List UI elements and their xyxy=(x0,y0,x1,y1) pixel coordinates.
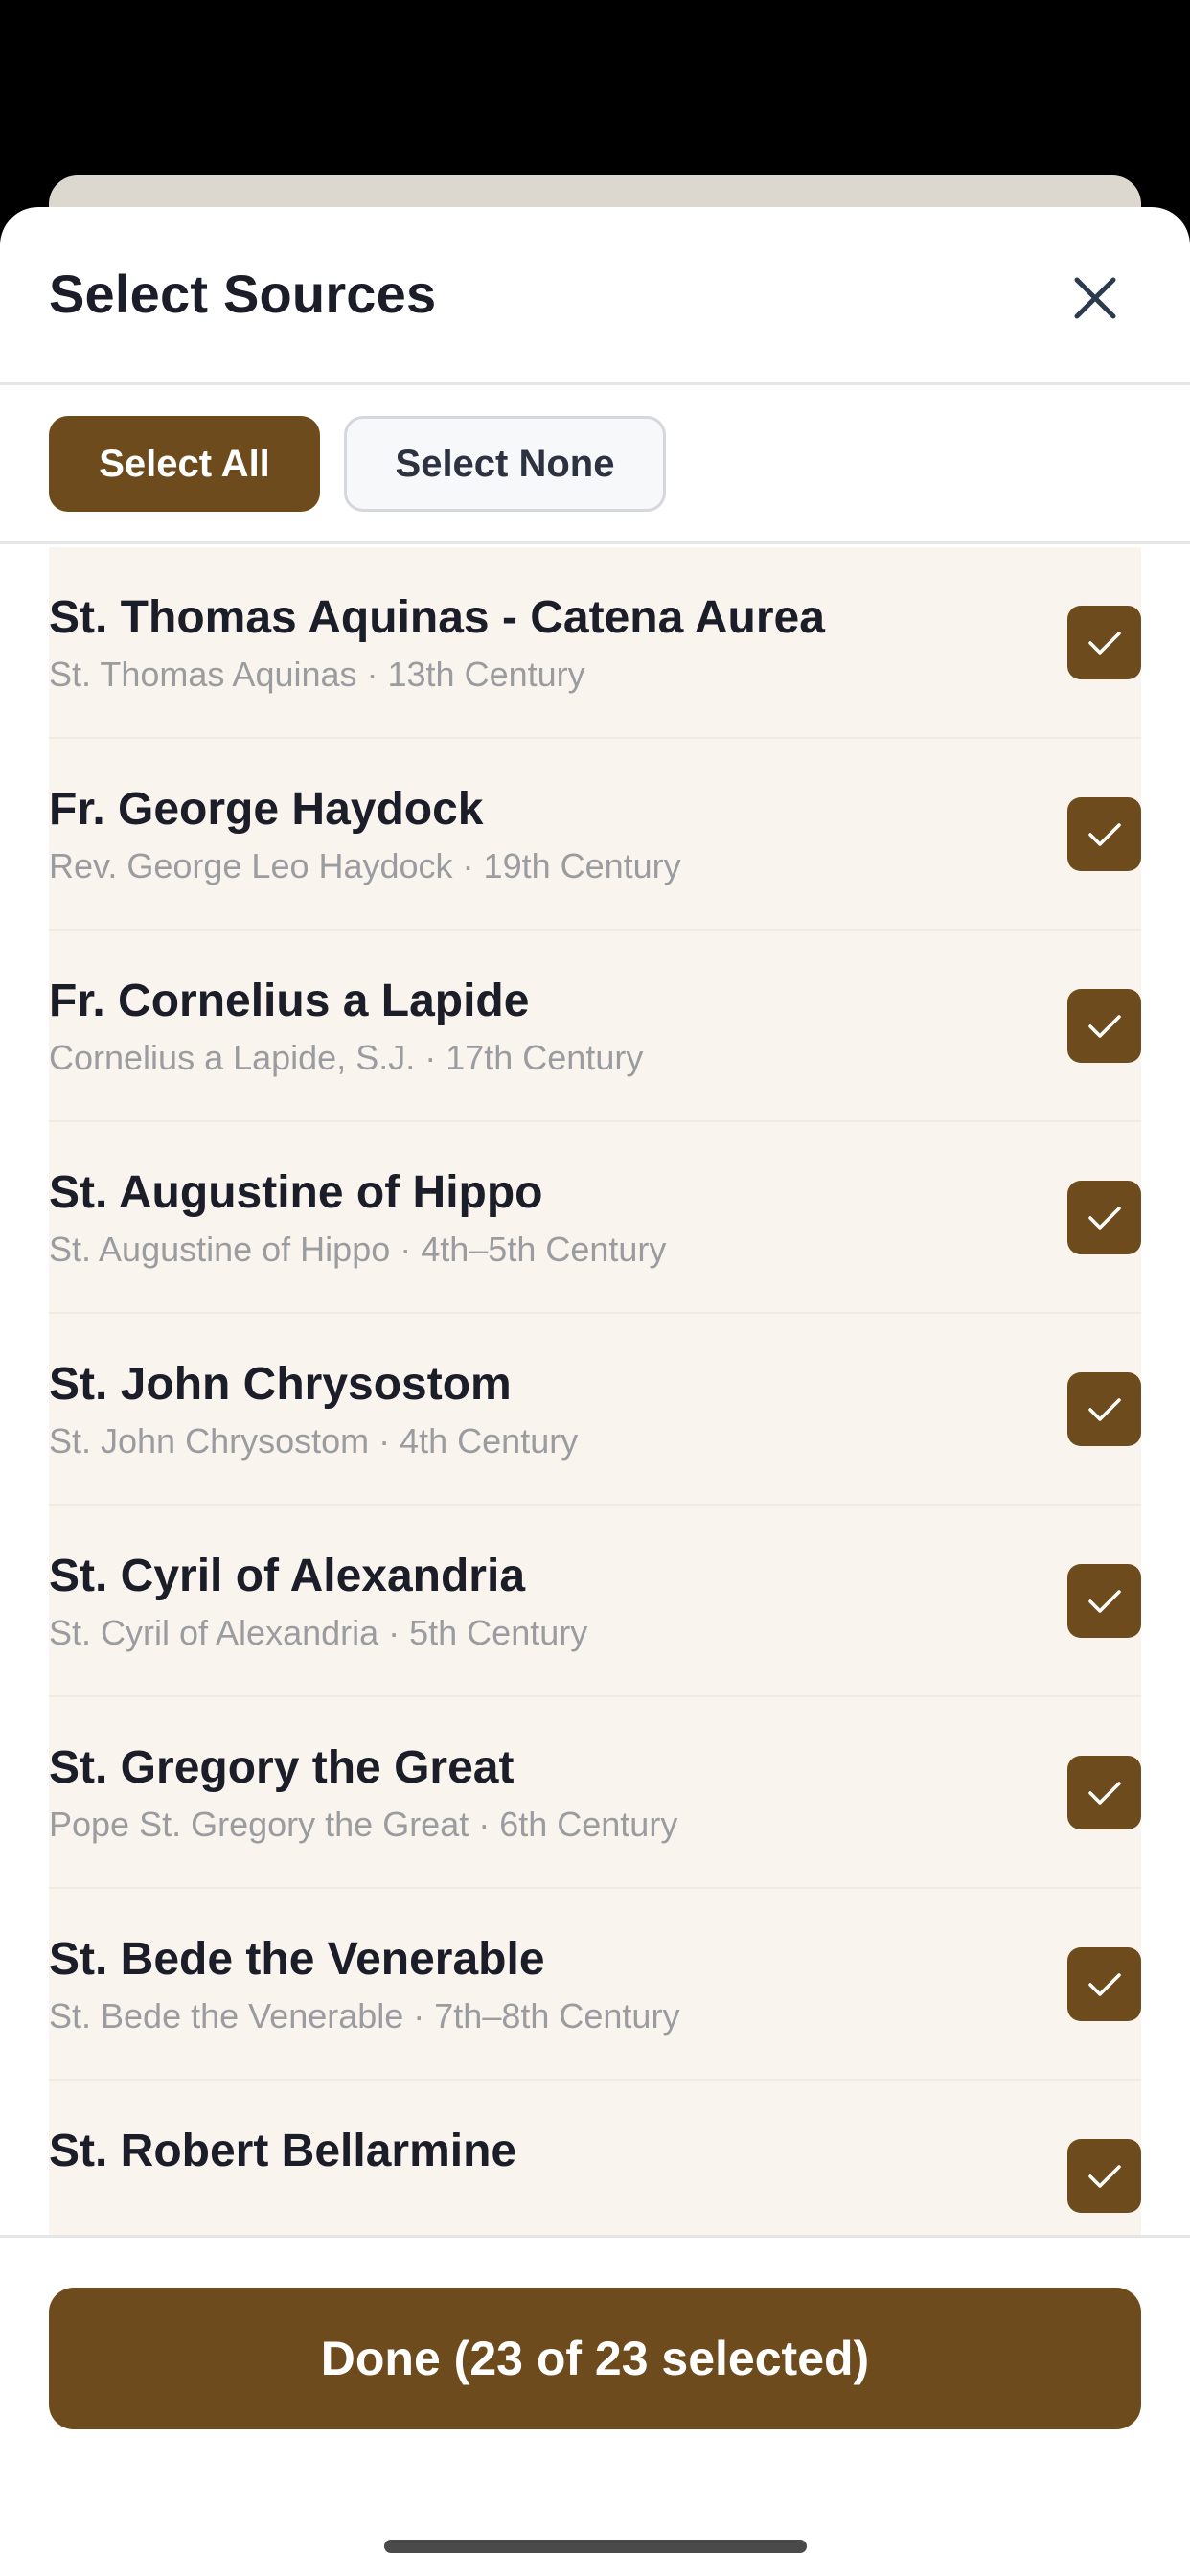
source-checkbox[interactable] xyxy=(1067,1372,1141,1446)
source-row[interactable]: Fr. George Haydock Rev. George Leo Haydo… xyxy=(49,739,1141,931)
sheet-footer: Done (23 of 23 selected) xyxy=(0,2235,1190,2576)
source-detail: St. Augustine of Hippo · 4th–5th Century xyxy=(49,1230,667,1269)
source-checkbox[interactable] xyxy=(1067,2139,1141,2213)
source-detail: Rev. George Leo Haydock · 19th Century xyxy=(49,846,681,886)
source-detail: St. John Chrysostom · 4th Century xyxy=(49,1421,579,1460)
checkmark-icon xyxy=(1087,1589,1121,1613)
selection-toolbar: Select All Select None xyxy=(0,385,1190,544)
source-name: St. Thomas Aquinas - Catena Aurea xyxy=(49,592,825,643)
sheet-title: Select Sources xyxy=(49,264,437,324)
source-name: Fr. Cornelius a Lapide xyxy=(49,976,530,1026)
close-button[interactable] xyxy=(1060,263,1131,334)
checkmark-icon xyxy=(1087,1397,1121,1421)
source-name: St. Gregory the Great xyxy=(49,1742,515,1793)
source-row[interactable]: St. Augustine of Hippo St. Augustine of … xyxy=(49,1122,1141,1314)
source-detail: Pope St. Gregory the Great · 6th Century xyxy=(49,1805,678,1844)
select-sources-sheet: Select Sources Select All Select None St… xyxy=(0,207,1190,2576)
source-detail: St. Bede the Venerable · 7th–8th Century xyxy=(49,1996,680,2036)
source-name: St. Bede the Venerable xyxy=(49,1934,545,1985)
source-checkbox[interactable] xyxy=(1067,1564,1141,1638)
source-row[interactable]: Fr. Cornelius a Lapide Cornelius a Lapid… xyxy=(49,931,1141,1122)
source-checkbox[interactable] xyxy=(1067,1756,1141,1829)
checkmark-icon xyxy=(1087,2164,1121,2188)
source-checkbox[interactable] xyxy=(1067,1181,1141,1254)
sources-list[interactable]: St. Thomas Aquinas - Catena Aurea St. Th… xyxy=(0,547,1190,2235)
source-row[interactable]: St. Gregory the Great Pope St. Gregory t… xyxy=(49,1697,1141,1889)
source-row[interactable]: St. John Chrysostom St. John Chrysostom … xyxy=(49,1314,1141,1506)
checkmark-icon xyxy=(1087,1206,1121,1230)
done-button[interactable]: Done (23 of 23 selected) xyxy=(49,2288,1141,2429)
checkmark-icon xyxy=(1087,1014,1121,1038)
source-row[interactable]: St. Bede the Venerable St. Bede the Vene… xyxy=(49,1889,1141,2081)
source-name: St. Robert Bellarmine xyxy=(49,2126,517,2176)
source-name: St. John Chrysostom xyxy=(49,1359,512,1410)
source-checkbox[interactable] xyxy=(1067,989,1141,1063)
source-row[interactable]: St. Robert Bellarmine xyxy=(49,2081,1141,2235)
checkmark-icon xyxy=(1087,822,1121,846)
source-detail: St. Thomas Aquinas · 13th Century xyxy=(49,655,585,694)
checkmark-icon xyxy=(1087,1781,1121,1805)
source-row[interactable]: St. Cyril of Alexandria St. Cyril of Ale… xyxy=(49,1506,1141,1697)
home-indicator[interactable] xyxy=(384,2540,807,2553)
select-none-button[interactable]: Select None xyxy=(344,416,666,512)
source-name: St. Cyril of Alexandria xyxy=(49,1551,526,1601)
close-icon xyxy=(1074,277,1116,319)
source-detail: St. Cyril of Alexandria · 5th Century xyxy=(49,1613,588,1652)
source-name: Fr. George Haydock xyxy=(49,784,484,835)
source-row[interactable]: St. Thomas Aquinas - Catena Aurea St. Th… xyxy=(49,547,1141,739)
sheet-header: Select Sources xyxy=(0,207,1190,385)
source-checkbox[interactable] xyxy=(1067,797,1141,871)
checkmark-icon xyxy=(1087,631,1121,655)
checkmark-icon xyxy=(1087,1972,1121,1996)
source-checkbox[interactable] xyxy=(1067,1947,1141,2021)
source-detail: Cornelius a Lapide, S.J. · 17th Century xyxy=(49,1038,644,1077)
select-all-button[interactable]: Select All xyxy=(49,416,320,512)
source-checkbox[interactable] xyxy=(1067,606,1141,679)
source-name: St. Augustine of Hippo xyxy=(49,1167,543,1218)
